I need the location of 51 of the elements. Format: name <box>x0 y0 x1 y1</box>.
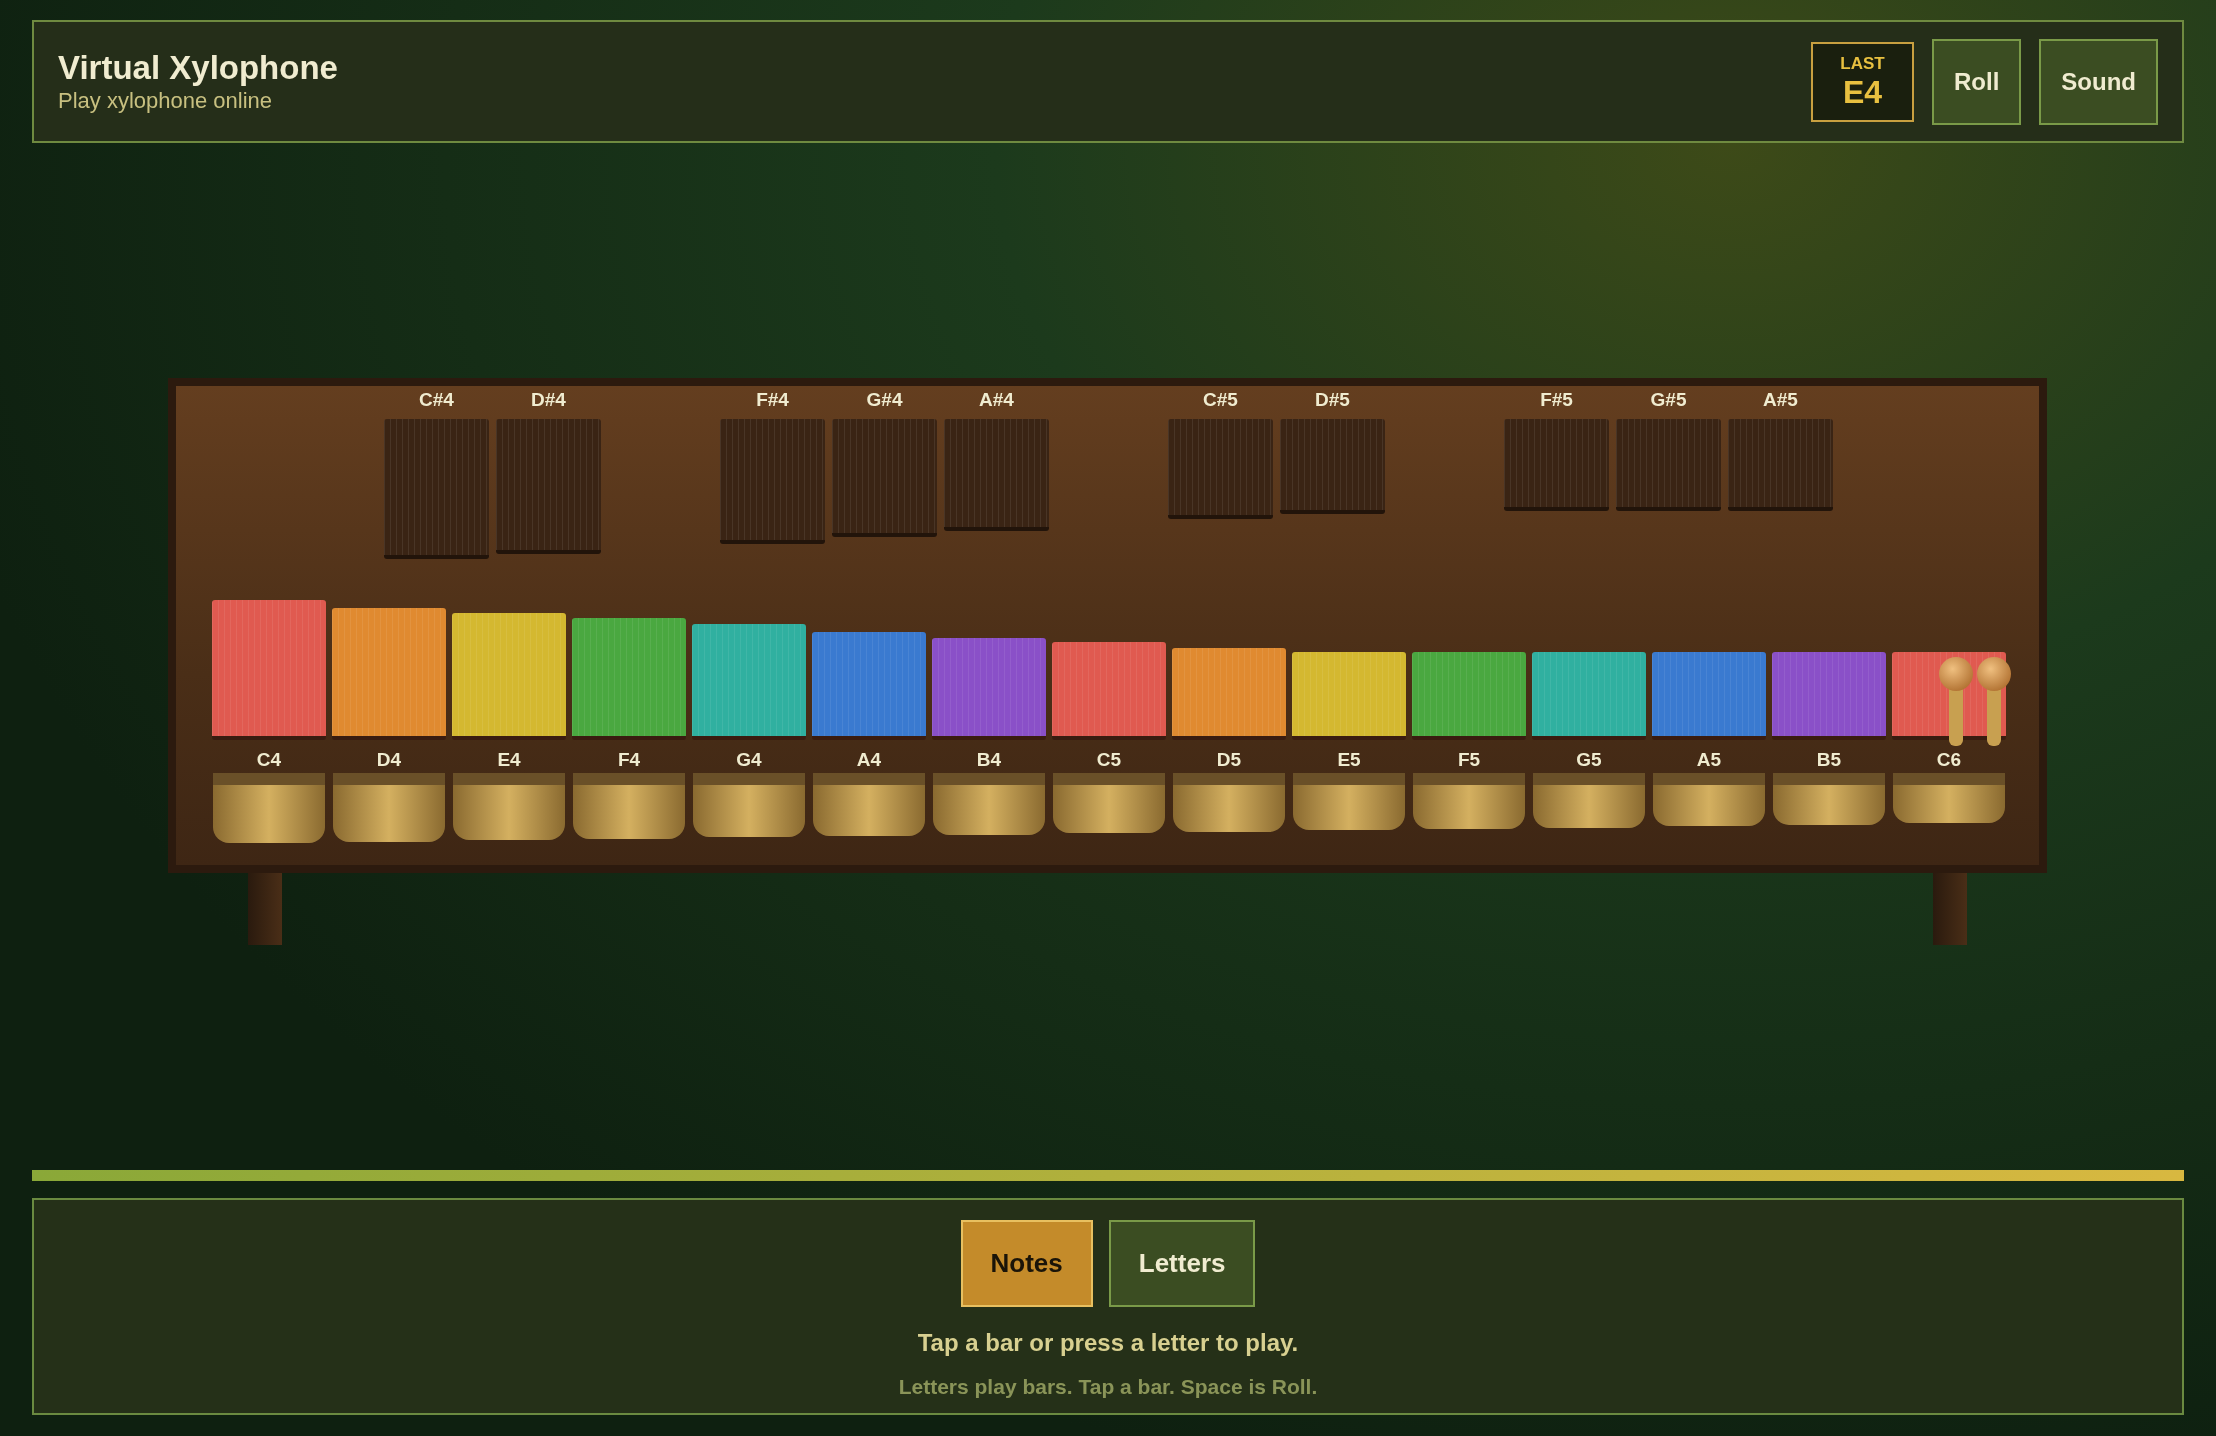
xylophone-bar[interactable] <box>332 608 446 740</box>
xylophone-bar[interactable] <box>1772 652 1886 740</box>
xylophone-bar[interactable] <box>1172 648 1286 740</box>
sharp-label: D#4 <box>531 390 566 409</box>
last-note: E4 <box>1842 76 1883 108</box>
table-leg <box>248 873 282 945</box>
sharp-label: G#5 <box>1650 390 1687 409</box>
xylophone-bar[interactable] <box>212 600 326 740</box>
xylophone-bar[interactable] <box>1412 652 1526 740</box>
app-title: Virtual Xylophone <box>58 51 338 84</box>
mode-tab[interactable]: Letters <box>1108 1220 1256 1307</box>
sharp-label: D#5 <box>1315 390 1350 409</box>
bar-label: A5 <box>1696 750 1722 769</box>
hint-text: Tap a bar or press a letter to play. <box>917 1328 1299 1358</box>
header-button[interactable]: Sound <box>2039 38 2158 125</box>
last-label: LAST <box>1840 55 1885 72</box>
bar-label: D4 <box>376 750 402 769</box>
xylophone-bar[interactable] <box>1292 652 1406 740</box>
bar-label: A4 <box>856 750 882 769</box>
app-subtitle: Play xylophone online <box>58 90 274 112</box>
bar-label: F5 <box>1457 750 1481 769</box>
table-leg <box>1933 873 1967 945</box>
bar-label: G4 <box>736 750 762 769</box>
sharp-label: C#4 <box>419 390 454 409</box>
bar-label: C5 <box>1096 750 1122 769</box>
help-text: Letters play bars. Tap a bar. Space is Roll. <box>898 1374 1318 1400</box>
bar-label: E4 <box>497 750 521 769</box>
xylophone-bar[interactable] <box>572 618 686 740</box>
header-button[interactable]: Roll <box>1932 38 2022 125</box>
xylophone-bar[interactable] <box>812 632 926 740</box>
sharp-label: A#5 <box>1763 390 1798 409</box>
xylophone-bar[interactable] <box>1652 652 1766 740</box>
xylophone-bar[interactable] <box>1052 642 1166 740</box>
bar-label: C6 <box>1936 750 1962 769</box>
xylophone-bar[interactable] <box>1532 652 1646 740</box>
sharp-label: G#4 <box>866 390 903 409</box>
xylophone-bar[interactable] <box>692 624 806 740</box>
xylophone-bar[interactable] <box>932 638 1046 740</box>
mode-tab[interactable]: Notes <box>960 1220 1093 1307</box>
sharp-label: C#5 <box>1203 390 1238 409</box>
bar-label: E5 <box>1337 750 1361 769</box>
bar-label: G5 <box>1576 750 1602 769</box>
xylophone-bar[interactable] <box>452 613 566 740</box>
sharp-label: F#5 <box>1540 390 1573 409</box>
bar-label: F4 <box>617 750 641 769</box>
bar-label: B4 <box>976 750 1002 769</box>
bar-label: B5 <box>1816 750 1842 769</box>
bar-label: D5 <box>1216 750 1242 769</box>
sharp-label: A#4 <box>979 390 1014 409</box>
bar-label: C4 <box>256 750 282 769</box>
sharp-label: F#4 <box>756 390 789 409</box>
